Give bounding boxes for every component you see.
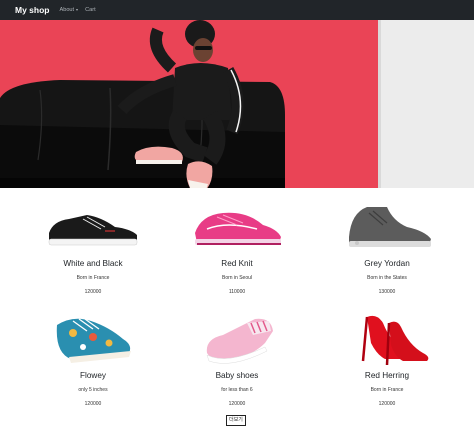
product-card[interactable]: Red Herring Born in France 120000 <box>308 308 466 409</box>
product-image <box>14 196 172 258</box>
product-description: Born in France <box>370 387 404 393</box>
product-card[interactable]: Baby shoes for less than 6 120000 <box>158 308 316 409</box>
red-heel-icon <box>361 315 429 366</box>
caret-down-icon <box>76 9 79 11</box>
product-title: Grey Yordan <box>364 259 410 268</box>
product-card[interactable]: White and Black Born in France 120000 <box>14 196 172 297</box>
pink-running-shoe-icon <box>195 212 281 245</box>
nav-cart-link[interactable]: Cart <box>85 7 96 13</box>
brand-link[interactable]: My shop <box>15 5 49 15</box>
pink-slip-on-icon <box>206 318 273 364</box>
nav-about-dropdown[interactable]: About <box>59 7 79 13</box>
product-title: Red Knit <box>221 259 253 268</box>
product-price: 110000 <box>228 289 246 295</box>
product-title: Flowey <box>80 371 106 380</box>
product-image <box>14 308 172 370</box>
product-description: only 5 inches <box>78 387 108 393</box>
grey-high-top-icon <box>349 207 431 247</box>
product-title: Red Herring <box>364 371 410 380</box>
nav-about-label: About <box>59 7 75 13</box>
product-price: 120000 <box>84 401 102 407</box>
black-sneaker-icon <box>48 215 138 246</box>
product-description: for less than 6 <box>221 387 253 393</box>
product-description: Born in France <box>76 275 110 281</box>
product-price: 130000 <box>378 289 396 295</box>
product-price: 120000 <box>84 289 102 295</box>
product-image <box>308 308 466 370</box>
product-title: Baby shoes <box>215 371 259 380</box>
product-image <box>158 196 316 258</box>
product-card[interactable]: Grey Yordan Born in the States 130000 <box>308 196 466 297</box>
product-card[interactable]: Flowey only 5 inches 120000 <box>14 308 172 409</box>
product-title: White and Black <box>63 259 123 268</box>
product-description: Born in Seoul <box>221 275 253 281</box>
product-price: 120000 <box>378 401 396 407</box>
product-description: Born in the States <box>367 275 407 281</box>
load-more-button[interactable]: 더보기 <box>226 415 246 426</box>
navbar: My shop About Cart <box>0 0 474 20</box>
product-image <box>158 308 316 370</box>
product-image <box>308 196 466 258</box>
floral-sneaker-icon <box>56 318 131 363</box>
hero-image <box>0 20 474 188</box>
product-price: 120000 <box>228 401 246 407</box>
hero-banner <box>0 20 474 188</box>
product-card[interactable]: Red Knit Born in Seoul 110000 <box>158 196 316 297</box>
